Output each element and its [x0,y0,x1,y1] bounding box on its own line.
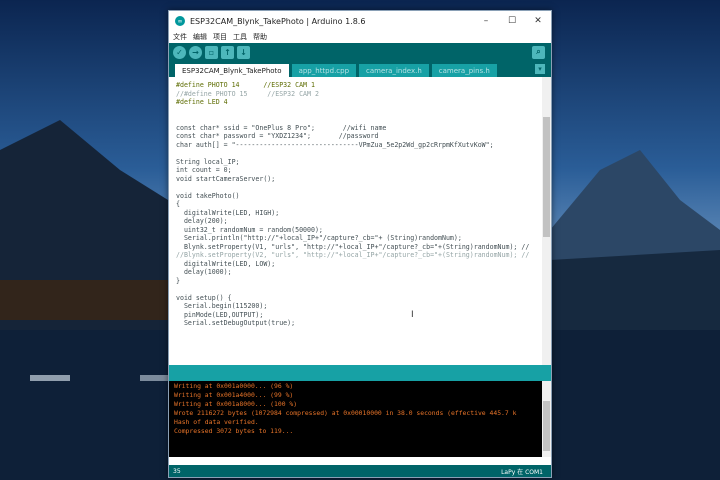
status-bar: 35 LaPy 在 COM1 [169,465,551,477]
code-line: delay(1000); [176,268,232,276]
menu-edit[interactable]: 编辑 [193,32,207,42]
console-scroll-thumb[interactable] [543,401,550,451]
code-line: //Blynk.setProperty(V2, "urls", "http://… [176,251,530,259]
code-line: Serial.begin(115200); [176,302,268,310]
menu-help[interactable]: 帮助 [253,32,267,42]
code-line: { [176,200,180,208]
console-line: Writing at 0x001a4000... (99 %) [174,391,294,399]
console-text: Writing at 0x001a0000... (96 %) Writing a… [174,382,516,436]
code-line: Serial.println("http://"+local_IP+"/capt… [176,234,462,242]
menu-sketch[interactable]: 项目 [213,32,227,42]
code-line: digitalWrite(LED, HIGH); [176,208,280,217]
tab-bar: ESP32CAM_Blynk_TakePhoto app_httpd.cpp c… [169,61,551,77]
maximize-button[interactable]: ☐ [499,16,525,26]
tab-main-sketch[interactable]: ESP32CAM_Blynk_TakePhoto [175,64,289,77]
text-cursor-icon: I [411,310,414,320]
board-port: LaPy 在 COM1 [501,468,543,476]
editor-scroll-thumb[interactable] [543,117,550,237]
menu-file[interactable]: 文件 [173,32,187,42]
code-line: int count = 0; [176,166,232,174]
verify-icon[interactable]: ✓ [173,45,186,59]
code-line: #define PHOTO 14 //ESP32 CAM 1 [176,81,315,89]
minimize-button[interactable]: – [473,16,499,26]
code-line: char auth[] = "-------------------------… [176,140,494,149]
toolbar: ✓ → ▫ ↑ ↓ ⌕ [169,43,551,61]
code-line: Blynk.setProperty(V1, "urls", "http://"+… [176,242,530,251]
console-line: Wrote 2116272 bytes (1072984 compressed)… [174,409,517,417]
menu-bar: 文件 编辑 项目 工具 帮助 [169,31,551,43]
code-line: String local_IP; [176,157,240,166]
code-line: //#define PHOTO 15 //ESP32 CAM 2 [176,89,319,98]
code-line: } [176,276,180,285]
console-line: Writing at 0x001a8000... (100 %) [174,400,298,408]
code-line: const char* ssid = "OnePlus 8 Pro"; //wi… [176,123,387,132]
close-button[interactable]: ✕ [525,16,551,26]
console-output: Writing at 0x001a0000... (96 %) Writing a… [169,381,551,457]
new-icon[interactable]: ▫ [205,45,218,59]
arduino-ide-window: ∞ ESP32CAM_Blynk_TakePhoto | Arduino 1.8… [168,10,552,478]
code-line: void setup() { [176,293,232,302]
editor-scrollbar[interactable] [542,77,551,365]
save-icon[interactable]: ↓ [237,45,250,59]
code-line: Serial.setDebugOutput(true); [176,319,296,327]
menu-tools[interactable]: 工具 [233,32,247,42]
code-line: void takePhoto() [176,191,240,200]
console-line: Writing at 0x001a0000... (96 %) [174,382,294,390]
arduino-logo-icon: ∞ [175,16,185,26]
open-icon[interactable]: ↑ [221,45,234,59]
tab-menu-icon[interactable]: ▾ [535,64,545,74]
code-line: const char* password = "YXDZ1234"; //pas… [176,132,379,140]
code-line: delay(200); [176,217,228,225]
code-line: uint32_t randomNum = random(50000); [176,225,323,234]
console-line: Hash of data verified. [174,418,259,426]
tab-app-httpd[interactable]: app_httpd.cpp [291,64,357,77]
window-title: ESP32CAM_Blynk_TakePhoto | Arduino 1.8.6 [190,16,366,26]
console-line: Compressed 3072 bytes to 119... [174,427,294,435]
code-text: #define PHOTO 14 //ESP32 CAM 1//#define … [176,81,529,328]
console-scrollbar[interactable] [542,381,551,457]
code-line: digitalWrite(LED, LOW); [176,259,276,268]
tab-camera-pins[interactable]: camera_pins.h [431,64,497,77]
code-editor[interactable]: #define PHOTO 14 //ESP32 CAM 1//#define … [169,77,551,365]
line-number: 35 [173,467,181,475]
code-line: void startCameraServer(); [176,174,276,183]
title-bar: ∞ ESP32CAM_Blynk_TakePhoto | Arduino 1.8… [169,11,551,31]
message-bar [169,365,551,381]
code-line: pinMode(LED,OUTPUT); [176,310,264,319]
upload-icon[interactable]: → [189,45,202,59]
serial-monitor-icon[interactable]: ⌕ [532,45,545,59]
code-line: #define LED 4 [176,98,228,106]
tab-camera-index[interactable]: camera_index.h [359,64,429,77]
